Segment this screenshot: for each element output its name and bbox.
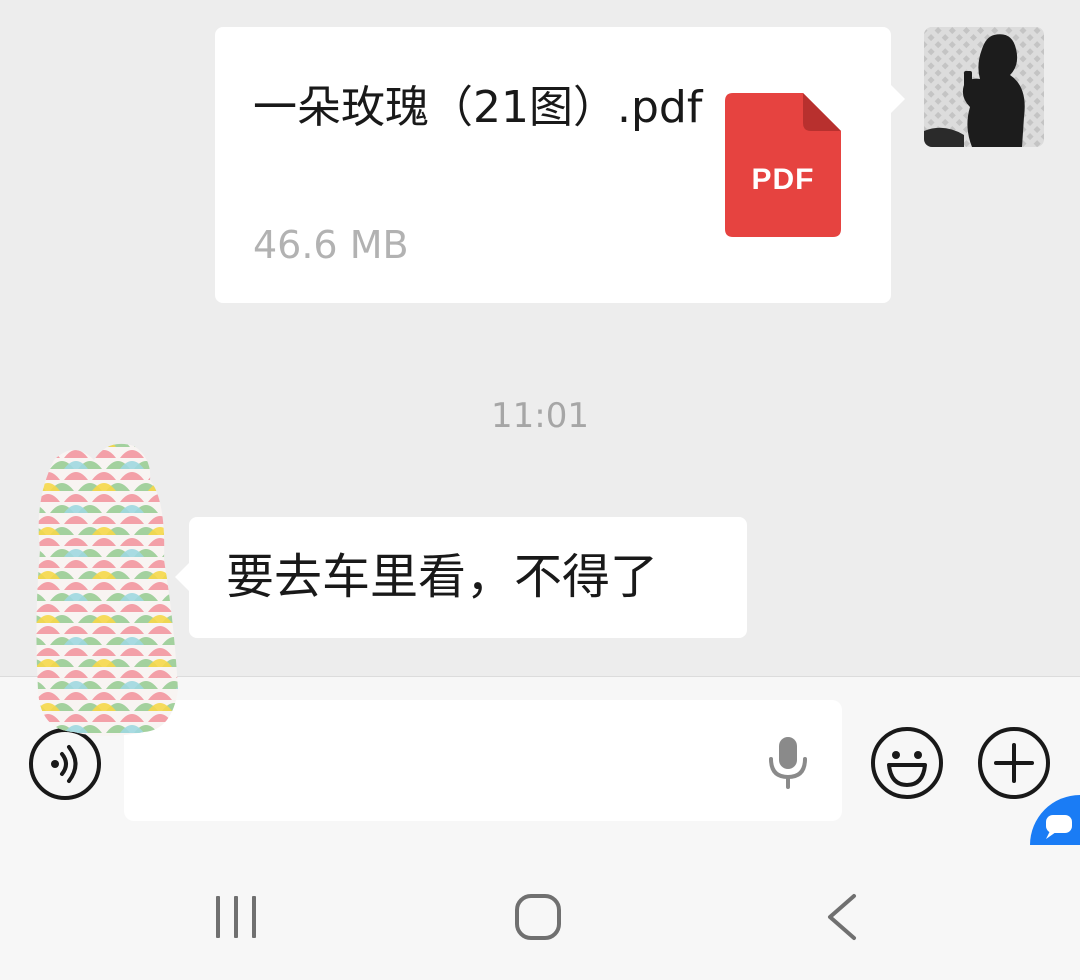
back-icon[interactable] [822, 892, 862, 942]
message-text: 要去车里看，不得了 [226, 549, 659, 605]
recent-apps-icon[interactable] [212, 894, 260, 940]
message-input[interactable] [124, 700, 842, 821]
plus-icon[interactable] [976, 725, 1052, 801]
pdf-file-icon: PDF [725, 93, 841, 237]
emoji-icon[interactable] [869, 725, 945, 801]
file-name: 一朵玫瑰（21图）.pdf [253, 82, 703, 133]
file-message-bubble[interactable]: 一朵玫瑰（21图）.pdf 46.6 MB PDF [215, 27, 905, 303]
contact-avatar[interactable] [34, 440, 180, 740]
file-size: 46.6 MB [253, 223, 409, 267]
home-icon[interactable] [514, 893, 562, 941]
microphone-icon[interactable] [764, 735, 812, 789]
text-message-bubble[interactable]: 要去车里看，不得了 [175, 517, 747, 638]
message-timestamp: 11:01 [491, 396, 589, 436]
floating-chat-bubble-icon[interactable] [1030, 795, 1080, 845]
pdf-type-label: PDF [751, 163, 815, 196]
user-avatar[interactable] [924, 27, 1044, 147]
